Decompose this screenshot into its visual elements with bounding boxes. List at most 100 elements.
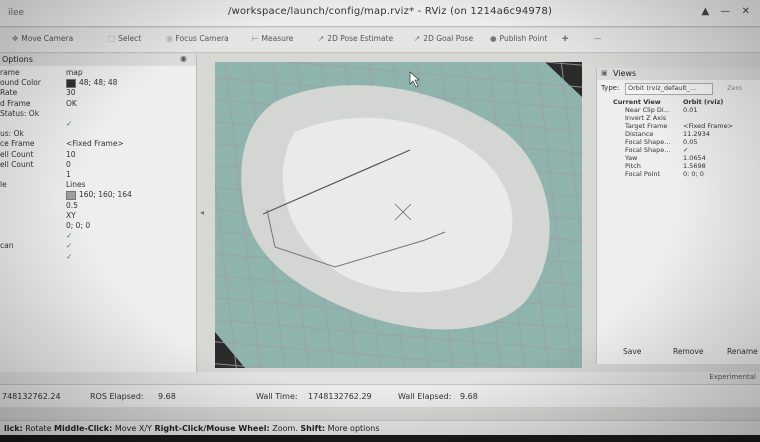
view-property-row[interactable]: Distance 11.2934 xyxy=(597,130,760,138)
view-property-value[interactable]: 0.01 xyxy=(683,106,697,114)
view-property-key: Focal Shape... xyxy=(625,138,671,146)
view-property-value[interactable]: 0; 0; 0 xyxy=(683,170,704,178)
collapse-left-icon[interactable]: ◂ xyxy=(200,208,204,217)
view-property-row[interactable]: Invert Z Axis xyxy=(597,114,760,122)
property-row[interactable]: ✓ xyxy=(0,119,196,129)
views-buttons: Save Remove Rename xyxy=(597,344,760,360)
view-type-select[interactable]: Orbit (rviz_default_... xyxy=(625,83,713,95)
property-value[interactable]: ✓ xyxy=(66,252,72,261)
views-panel: ▣ Views Type: Orbit (rviz_default_... Ze… xyxy=(596,68,760,364)
measure-icon: ⊢ xyxy=(252,34,259,43)
view-property-row[interactable]: Focal Shape... 0.05 xyxy=(597,138,760,146)
property-row[interactable]: 1 xyxy=(0,170,196,180)
view-property-value[interactable]: <Fixed Frame> xyxy=(683,122,733,130)
add-tool-button[interactable]: ✚ xyxy=(562,34,571,43)
tool-goal-pose[interactable]: ↗ 2D Goal Pose xyxy=(414,34,473,43)
close-icon[interactable]: ✕ xyxy=(742,6,750,17)
property-value-text: ✓ xyxy=(66,241,73,251)
property-row[interactable]: rame map xyxy=(0,68,196,78)
ros-time-value: 748132762.24 xyxy=(2,392,61,401)
view-property-row[interactable]: Pitch 1.5698 xyxy=(597,162,760,170)
property-value-text: 30 xyxy=(66,88,76,98)
color-swatch[interactable] xyxy=(66,78,76,88)
property-value[interactable]: 0.5 xyxy=(66,201,78,210)
property-value[interactable]: 1 xyxy=(66,170,71,179)
displays-panel: Options ◉ rame map ound Color 48; 48; 48 Rat… xyxy=(0,54,204,372)
wall-elapsed-label: Wall Elapsed: xyxy=(398,392,452,401)
close-panel-icon[interactable]: ◉ xyxy=(180,54,187,63)
property-value[interactable]: XY xyxy=(66,211,76,220)
property-row[interactable]: ound Color 48; 48; 48 xyxy=(0,78,196,88)
property-value[interactable]: ✓ xyxy=(66,241,72,250)
view-property-row[interactable]: Focal Point 0; 0; 0 xyxy=(597,170,760,178)
view-property-value[interactable]: 0.05 xyxy=(683,138,697,146)
property-value-text: <Fixed Frame> xyxy=(66,139,124,149)
camera-icon: ▣ xyxy=(601,69,608,77)
property-value-text: OK xyxy=(66,98,77,108)
remove-tool-button[interactable]: — xyxy=(594,34,605,43)
view-property-value[interactable]: 1.0654 xyxy=(683,154,706,162)
view-property-key: Distance xyxy=(625,130,654,138)
property-row[interactable]: d Frame OK xyxy=(0,99,196,109)
view-property-value[interactable]: Orbit (rviz) xyxy=(683,98,723,106)
map-render[interactable] xyxy=(215,62,582,368)
experimental-checkbox[interactable]: Experimental xyxy=(709,373,756,381)
select-icon: ⬚ xyxy=(108,34,116,43)
property-value[interactable]: 0; 0; 0 xyxy=(66,221,90,230)
view-property-value[interactable]: 1.5698 xyxy=(683,162,706,170)
property-row[interactable]: ell Count 10 xyxy=(0,150,196,160)
tool-pose-estimate[interactable]: ↗ 2D Pose Estimate xyxy=(318,34,393,43)
property-value[interactable]: ✓ xyxy=(66,231,72,240)
property-value-text: 1 xyxy=(66,170,71,179)
window-title: /workspace/launch/config/map.rviz* - RVi… xyxy=(228,6,553,17)
view-property-row[interactable]: Near Clip Di... 0.01 xyxy=(597,106,760,114)
view-property-row[interactable]: Focal Shape... ✓ xyxy=(597,146,760,154)
displays-header: Options ◉ xyxy=(0,54,196,66)
view-property-row[interactable]: Current View Orbit (rviz) xyxy=(597,98,760,106)
render-viewport[interactable] xyxy=(215,62,582,368)
property-row[interactable]: ✓ xyxy=(0,252,196,262)
property-value[interactable]: OK xyxy=(66,99,77,108)
property-row[interactable]: ✓ xyxy=(0,231,196,241)
save-button[interactable]: Save xyxy=(623,347,641,356)
property-key: rame xyxy=(0,68,20,77)
tool-focus-camera[interactable]: ◎ Focus Camera xyxy=(166,34,229,43)
property-row[interactable]: 0; 0; 0 xyxy=(0,221,196,231)
property-row[interactable]: le Lines xyxy=(0,180,196,190)
remove-button[interactable]: Remove xyxy=(673,347,703,356)
property-row[interactable]: Rate 30 xyxy=(0,88,196,98)
property-row[interactable]: can ✓ xyxy=(0,241,196,251)
view-property-value[interactable]: 11.2934 xyxy=(683,130,710,138)
property-row[interactable]: Status: Ok xyxy=(0,109,196,119)
property-value[interactable]: ✓ xyxy=(66,119,72,128)
property-value[interactable]: 160; 160; 164 xyxy=(66,190,132,200)
zero-button[interactable]: Zero xyxy=(727,84,742,92)
minimize-icon[interactable]: — xyxy=(720,6,730,17)
property-row[interactable]: 0.5 xyxy=(0,201,196,211)
property-value[interactable]: <Fixed Frame> xyxy=(66,139,124,148)
focus-camera-icon: ◎ xyxy=(166,34,173,43)
tool-select[interactable]: ⬚ Select xyxy=(108,34,141,43)
network-icon[interactable]: ▲ xyxy=(702,6,710,17)
wall-elapsed-value: 9.68 xyxy=(460,392,478,401)
experimental-strip: Experimental xyxy=(0,372,760,384)
property-row[interactable]: 160; 160; 164 xyxy=(0,190,196,200)
view-property-value[interactable]: ✓ xyxy=(683,146,688,154)
property-row[interactable]: XY xyxy=(0,211,196,221)
view-property-row[interactable]: Target Frame <Fixed Frame> xyxy=(597,122,760,130)
property-value[interactable]: 0 xyxy=(66,160,71,169)
tool-move-camera[interactable]: ✥ Move Camera xyxy=(12,34,73,43)
property-value[interactable]: Lines xyxy=(66,180,86,189)
tool-measure[interactable]: ⊢ Measure xyxy=(252,34,293,43)
property-value[interactable]: 30 xyxy=(66,88,76,97)
property-row[interactable]: ell Count 0 xyxy=(0,160,196,170)
rename-button[interactable]: Rename xyxy=(727,347,758,356)
tool-publish-point[interactable]: ● Publish Point xyxy=(490,34,547,43)
property-value[interactable]: 48; 48; 48 xyxy=(66,78,117,88)
property-value[interactable]: map xyxy=(66,68,83,77)
property-value[interactable]: 10 xyxy=(66,150,76,159)
color-swatch[interactable] xyxy=(66,190,76,200)
view-property-row[interactable]: Yaw 1.0654 xyxy=(597,154,760,162)
property-row[interactable]: ce Frame <Fixed Frame> xyxy=(0,139,196,149)
property-row[interactable]: us: Ok xyxy=(0,129,196,139)
